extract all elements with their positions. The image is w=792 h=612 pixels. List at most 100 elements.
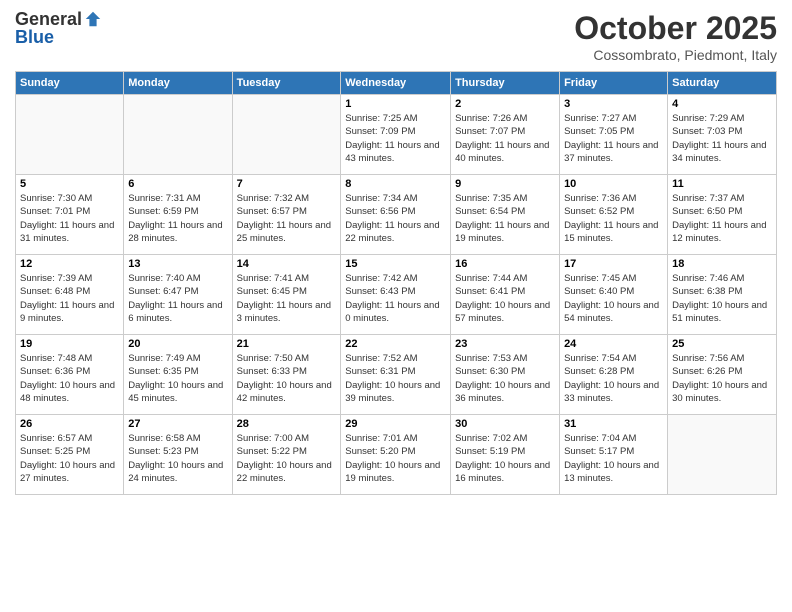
day-info-line: Daylight: 11 hours and 6 minutes.: [128, 299, 227, 326]
day-info-line: Sunrise: 7:02 AM: [455, 432, 555, 445]
table-row: 2Sunrise: 7:26 AMSunset: 7:07 PMDaylight…: [451, 95, 560, 175]
day-info-line: Daylight: 11 hours and 25 minutes.: [237, 219, 337, 246]
day-info: Sunrise: 7:56 AMSunset: 6:26 PMDaylight:…: [672, 352, 772, 405]
day-info-line: Sunrise: 7:39 AM: [20, 272, 119, 285]
day-info-line: Sunrise: 6:58 AM: [128, 432, 227, 445]
day-info-line: Daylight: 10 hours and 51 minutes.: [672, 299, 772, 326]
table-row: 29Sunrise: 7:01 AMSunset: 5:20 PMDayligh…: [341, 415, 451, 495]
day-info-line: Sunset: 7:03 PM: [672, 125, 772, 138]
day-number: 8: [345, 178, 446, 190]
day-info-line: Sunrise: 7:44 AM: [455, 272, 555, 285]
location: Cossombrato, Piedmont, Italy: [574, 47, 777, 63]
day-info-line: Sunset: 6:54 PM: [455, 205, 555, 218]
table-row: 25Sunrise: 7:56 AMSunset: 6:26 PMDayligh…: [668, 335, 777, 415]
day-number: 22: [345, 338, 446, 350]
table-row: [16, 95, 124, 175]
table-row: 22Sunrise: 7:52 AMSunset: 6:31 PMDayligh…: [341, 335, 451, 415]
day-info-line: Daylight: 11 hours and 19 minutes.: [455, 219, 555, 246]
day-number: 18: [672, 258, 772, 270]
table-row: 14 Sunrise: 7:41 AMSunset: 6:45 PMDayligh…: [232, 255, 341, 335]
day-info-line: Daylight: 10 hours and 30 minutes.: [672, 379, 772, 406]
day-number: 14: [237, 258, 337, 270]
table-row: 13Sunrise: 7:40 AMSunset: 6:47 PMDayligh…: [124, 255, 232, 335]
table-row: 31Sunrise: 7:04 AMSunset: 5:17 PMDayligh…: [560, 415, 668, 495]
day-number: 28: [237, 418, 337, 430]
table-row: 6Sunrise: 7:31 AMSunset: 6:59 PMDaylight…: [124, 175, 232, 255]
day-info-line: Sunrise: 7:40 AM: [128, 272, 227, 285]
day-number: 6: [128, 178, 227, 190]
day-info-line: Daylight: 10 hours and 27 minutes.: [20, 459, 119, 486]
day-info-line: Daylight: 11 hours and 37 minutes.: [564, 139, 663, 166]
table-row: 27 Sunrise: 6:58 AMSunset: 5:23 PMDayligh…: [124, 415, 232, 495]
day-info: Sunrise: 7:54 AMSunset: 6:28 PMDaylight:…: [564, 352, 663, 405]
day-info: Sunrise: 7:48 AMSunset: 6:36 PMDaylight:…: [20, 352, 119, 405]
day-number: 7: [237, 178, 337, 190]
logo-icon: [84, 10, 102, 28]
day-info-line: Sunrise: 7:26 AM: [455, 112, 555, 125]
title-block: October 2025 Cossombrato, Piedmont, Ital…: [574, 10, 777, 63]
table-row: 9Sunrise: 7:35 AMSunset: 6:54 PMDaylight…: [451, 175, 560, 255]
day-info-line: Sunrise: 7:29 AM: [672, 112, 772, 125]
day-info-line: Daylight: 10 hours and 22 minutes.: [237, 459, 337, 486]
day-info-line: Sunrise: 7:41 AM: [237, 272, 337, 285]
logo: General Blue: [15, 10, 102, 48]
day-info: Sunrise: 7:53 AMSunset: 6:30 PMDaylight:…: [455, 352, 555, 405]
day-info: Sunrise: 7:50 AMSunset: 6:33 PMDaylight:…: [237, 352, 337, 405]
day-info-line: Sunrise: 7:27 AM: [564, 112, 663, 125]
day-info-line: Sunrise: 7:53 AM: [455, 352, 555, 365]
day-info-line: Daylight: 10 hours and 42 minutes.: [237, 379, 337, 406]
day-number: 27: [128, 418, 227, 430]
day-info: Sunrise: 7:02 AMSunset: 5:19 PMDaylight:…: [455, 432, 555, 485]
table-row: 21Sunrise: 7:50 AMSunset: 6:33 PMDayligh…: [232, 335, 341, 415]
day-number: 2: [455, 98, 555, 110]
day-info-line: Daylight: 11 hours and 3 minutes.: [237, 299, 337, 326]
day-number: 17: [564, 258, 663, 270]
calendar-week-row: 26Sunrise: 6:57 AMSunset: 5:25 PMDayligh…: [16, 415, 777, 495]
day-info-line: Sunrise: 7:45 AM: [564, 272, 663, 285]
table-row: 11Sunrise: 7:37 AMSunset: 6:50 PMDayligh…: [668, 175, 777, 255]
table-row: [232, 95, 341, 175]
day-info: Sunrise: 7:41 AMSunset: 6:45 PMDaylight:…: [237, 272, 337, 325]
day-info-line: Sunset: 6:38 PM: [672, 285, 772, 298]
table-row: 19Sunrise: 7:48 AMSunset: 6:36 PMDayligh…: [16, 335, 124, 415]
day-info: Sunrise: 7:45 AMSunset: 6:40 PMDaylight:…: [564, 272, 663, 325]
day-info-line: Sunset: 7:05 PM: [564, 125, 663, 138]
day-info-line: Daylight: 10 hours and 19 minutes.: [345, 459, 446, 486]
day-info-line: Daylight: 11 hours and 40 minutes.: [455, 139, 555, 166]
day-number: 16: [455, 258, 555, 270]
day-info: Sunrise: 7:04 AMSunset: 5:17 PMDaylight:…: [564, 432, 663, 485]
day-info-line: Daylight: 10 hours and 33 minutes.: [564, 379, 663, 406]
day-info: Sunrise: 7:42 AMSunset: 6:43 PMDaylight:…: [345, 272, 446, 325]
day-info-line: Sunset: 6:30 PM: [455, 365, 555, 378]
calendar-week-row: 12Sunrise: 7:39 AMSunset: 6:48 PMDayligh…: [16, 255, 777, 335]
day-info: Sunrise: 7:34 AMSunset: 6:56 PMDaylight:…: [345, 192, 446, 245]
day-number: 1: [345, 98, 446, 110]
day-info-line: Sunset: 5:17 PM: [564, 445, 663, 458]
day-info-line: Daylight: 11 hours and 12 minutes.: [672, 219, 772, 246]
day-info-line: Sunset: 6:56 PM: [345, 205, 446, 218]
day-info-line: Sunrise: 7:42 AM: [345, 272, 446, 285]
day-info-line: Sunrise: 7:25 AM: [345, 112, 446, 125]
day-info-line: Daylight: 11 hours and 9 minutes.: [20, 299, 119, 326]
day-info: Sunrise: 7:29 AMSunset: 7:03 PMDaylight:…: [672, 112, 772, 165]
day-info-line: Daylight: 11 hours and 31 minutes.: [20, 219, 119, 246]
day-info-line: Sunset: 6:31 PM: [345, 365, 446, 378]
calendar-header-row: Sunday Monday Tuesday Wednesday Thursday…: [16, 72, 777, 95]
day-info-line: Sunset: 5:22 PM: [237, 445, 337, 458]
col-friday: Friday: [560, 72, 668, 95]
day-info-line: Sunset: 5:23 PM: [128, 445, 227, 458]
calendar-week-row: 1 Sunrise: 7:25 AMSunset: 7:09 PM Daylight…: [16, 95, 777, 175]
day-info-line: Sunset: 7:09 PM: [345, 125, 446, 138]
table-row: 26Sunrise: 6:57 AMSunset: 5:25 PMDayligh…: [16, 415, 124, 495]
day-info-line: Sunrise: 7:49 AM: [128, 352, 227, 365]
day-info-line: Daylight: 10 hours and 24 minutes.: [128, 459, 227, 486]
table-row: 7Sunrise: 7:32 AMSunset: 6:57 PMDaylight…: [232, 175, 341, 255]
day-info-line: Sunrise: 7:50 AM: [237, 352, 337, 365]
day-info: Sunrise: 7:35 AMSunset: 6:54 PMDaylight:…: [455, 192, 555, 245]
day-info-line: Daylight: 10 hours and 45 minutes.: [128, 379, 227, 406]
day-info-line: Daylight: 11 hours and 28 minutes.: [128, 219, 227, 246]
day-number: 3: [564, 98, 663, 110]
calendar-week-row: 5Sunrise: 7:30 AMSunset: 7:01 PMDaylight…: [16, 175, 777, 255]
day-info-line: Sunset: 6:45 PM: [237, 285, 337, 298]
table-row: 24Sunrise: 7:54 AMSunset: 6:28 PMDayligh…: [560, 335, 668, 415]
